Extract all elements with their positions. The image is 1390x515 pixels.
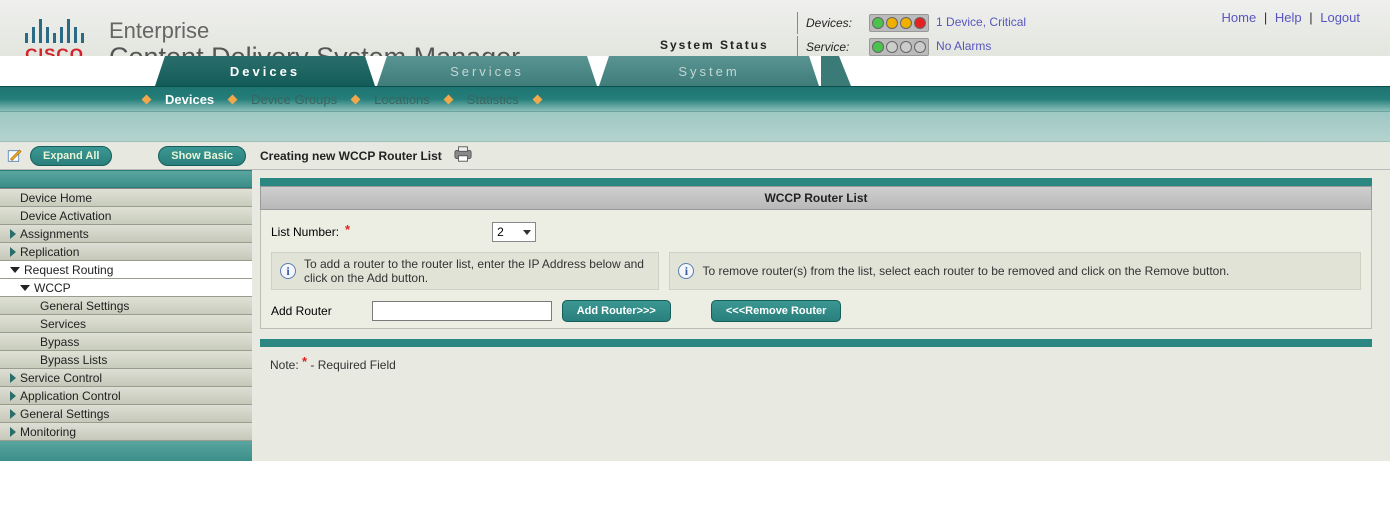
tab-system[interactable]: System [599, 56, 819, 86]
top-links: Home | Help | Logout [1222, 10, 1360, 25]
info-icon: i [678, 263, 694, 279]
chevron-right-icon [10, 247, 16, 257]
sidebar-item-device-home[interactable]: Device Home [0, 189, 252, 207]
system-status-label: System Status [660, 38, 769, 52]
diamond-icon [351, 94, 361, 104]
sidebar-item-general-settings[interactable]: General Settings [0, 405, 252, 423]
hint-row: i To add a router to the router list, en… [271, 252, 1361, 290]
chevron-right-icon [10, 427, 16, 437]
diamond-icon [228, 94, 238, 104]
chevron-down-icon [523, 230, 531, 235]
sidebar-item-service-control[interactable]: Service Control [0, 369, 252, 387]
teal-divider [260, 339, 1372, 347]
chevron-down-icon [20, 285, 30, 291]
required-asterisk: * [302, 354, 307, 369]
sidebar-gap [0, 170, 252, 188]
subnav-device-groups[interactable]: Device Groups [251, 92, 337, 107]
hint-remove-text: To remove router(s) from the list, selec… [702, 264, 1229, 278]
diamond-icon [443, 94, 453, 104]
chevron-down-icon [10, 267, 20, 273]
chevron-right-icon [10, 409, 16, 419]
status-label: Service: [797, 36, 862, 58]
title-small: Enterprise [109, 18, 520, 44]
panel-title: WCCP Router List [260, 186, 1372, 210]
remove-router-button[interactable]: <<<Remove Router [711, 300, 842, 322]
status-link-service[interactable]: No Alarms [936, 39, 991, 53]
note-prefix: Note: [270, 358, 302, 372]
diamond-icon [142, 94, 152, 104]
expand-all-button[interactable]: Expand All [30, 146, 112, 166]
list-number-select[interactable]: 2 [492, 222, 536, 242]
chevron-right-icon [10, 229, 16, 239]
tab-tail-decoration [821, 56, 851, 86]
required-asterisk: * [345, 222, 350, 237]
sidebar-list: Device Home Device Activation Assignment… [0, 188, 252, 441]
subnav-locations[interactable]: Locations [374, 92, 430, 107]
body-row: Expand All Show Basic Device Home Device… [0, 142, 1390, 461]
page-title-row: Creating new WCCP Router List [252, 142, 1390, 170]
sidebar-item-monitoring[interactable]: Monitoring [0, 423, 252, 441]
note-row: Note: * - Required Field [260, 347, 1372, 382]
sidebar-toolbar: Expand All Show Basic [0, 142, 252, 170]
help-link[interactable]: Help [1275, 10, 1302, 25]
chevron-right-icon [10, 391, 16, 401]
main-panel: Creating new WCCP Router List WCCP Route… [252, 142, 1390, 461]
hint-remove: i To remove router(s) from the list, sel… [669, 252, 1361, 290]
sidebar-item-replication[interactable]: Replication [0, 243, 252, 261]
sidebar-item-request-routing[interactable]: Request Routing [0, 261, 252, 279]
panel-body: List Number: * 2 i To add a router to the… [260, 210, 1372, 329]
list-number-row: List Number: * 2 [271, 222, 1361, 242]
sidebar-item-device-activation[interactable]: Device Activation [0, 207, 252, 225]
tab-devices[interactable]: Devices [155, 56, 375, 86]
sidebar-item-wccp[interactable]: WCCP [0, 279, 252, 297]
diamond-icon [532, 94, 542, 104]
status-row-devices: Devices: 1 Device, Critical [797, 12, 1031, 34]
cisco-bars-icon [25, 15, 84, 43]
status-label: Devices: [797, 12, 862, 34]
subnav-statistics[interactable]: Statistics [467, 92, 519, 107]
main-tabs: Devices Services System [0, 56, 1390, 86]
show-basic-button[interactable]: Show Basic [158, 146, 246, 166]
status-lights-icon [869, 14, 929, 32]
info-icon: i [280, 263, 296, 279]
list-number-value: 2 [497, 225, 504, 239]
add-router-label: Add Router [271, 304, 332, 318]
status-row-service: Service: No Alarms [797, 36, 1031, 58]
sidebar: Expand All Show Basic Device Home Device… [0, 142, 252, 461]
add-router-button[interactable]: Add Router>>> [562, 300, 671, 322]
status-lights-icon [869, 38, 929, 56]
status-link-devices[interactable]: 1 Device, Critical [936, 15, 1026, 29]
sidebar-item-application-control[interactable]: Application Control [0, 387, 252, 405]
sub-nav: Devices Device Groups Locations Statisti… [0, 86, 1390, 112]
list-number-label: List Number: [271, 225, 339, 239]
home-link[interactable]: Home [1222, 10, 1257, 25]
sidebar-item-wccp-bypass[interactable]: Bypass [0, 333, 252, 351]
sidebar-item-assignments[interactable]: Assignments [0, 225, 252, 243]
hint-add-text: To add a router to the router list, ente… [304, 257, 650, 285]
sidebar-item-wccp-general[interactable]: General Settings [0, 297, 252, 315]
hint-add: i To add a router to the router list, en… [271, 252, 659, 290]
edit-icon[interactable] [6, 147, 24, 165]
sidebar-item-wccp-bypass-lists[interactable]: Bypass Lists [0, 351, 252, 369]
chevron-right-icon [10, 373, 16, 383]
sidebar-item-wccp-services[interactable]: Services [0, 315, 252, 333]
sidebar-footer [0, 441, 252, 461]
subnav-spacer [0, 112, 1390, 142]
page-title: Creating new WCCP Router List [260, 149, 442, 163]
tab-services[interactable]: Services [377, 56, 597, 86]
subnav-devices[interactable]: Devices [165, 92, 214, 107]
teal-divider [260, 178, 1372, 186]
add-router-row: Add Router Add Router>>> <<<Remove Route… [271, 300, 1361, 322]
note-suffix: - Required Field [307, 358, 396, 372]
printer-icon[interactable] [452, 145, 474, 166]
logout-link[interactable]: Logout [1320, 10, 1360, 25]
add-router-input[interactable] [372, 301, 552, 321]
